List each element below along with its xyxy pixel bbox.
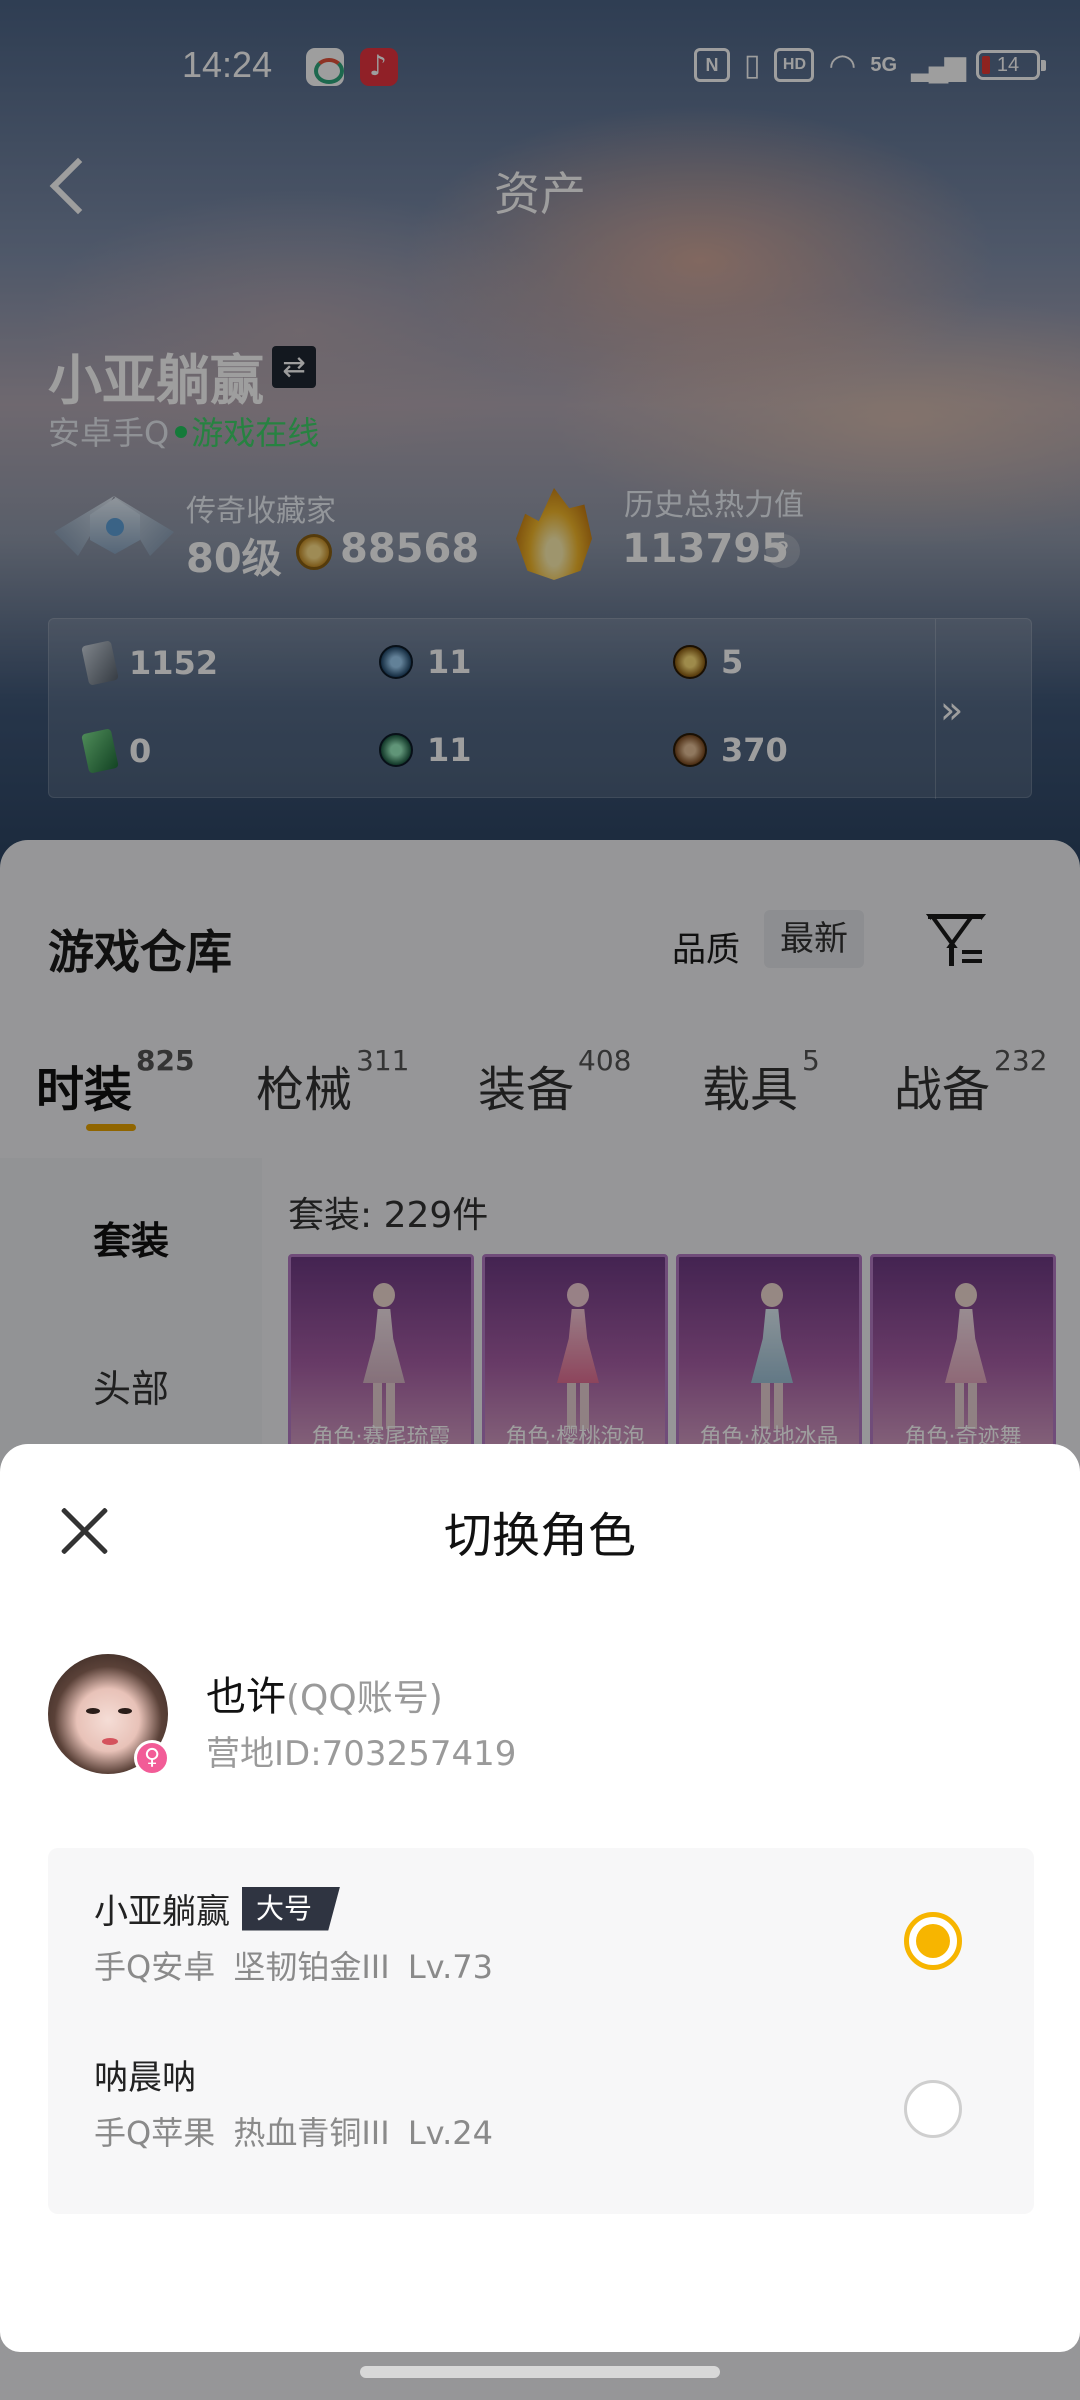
sheet-title: 切换角色 (443, 1508, 636, 1564)
role-list: 小亚躺赢 大号 手Q安卓 坚韧铂金III Lv.73 呐晨呐 手Q苹果 热血青铜… (48, 1848, 1034, 2214)
account-name: 也许 (206, 1674, 286, 1720)
main-account-badge: 大号 (242, 1886, 341, 1931)
account-type: (QQ账号) (286, 1678, 443, 1719)
role-item[interactable]: 呐晨呐 手Q苹果 热血青铜III Lv.24 (48, 2014, 1034, 2174)
role-detail: 手Q苹果 热血青铜III Lv.24 (94, 2114, 494, 2152)
camp-id: 营地ID:703257419 (206, 1734, 517, 1774)
role-name-row: 呐晨呐 (94, 2050, 196, 2099)
role-detail: 手Q安卓 坚韧铂金III Lv.73 (94, 1948, 494, 1986)
role-radio[interactable] (904, 2080, 962, 2138)
role-name: 小亚躺赢 (94, 1892, 230, 1932)
role-item[interactable]: 小亚躺赢 大号 手Q安卓 坚韧铂金III Lv.73 (48, 1848, 1034, 2008)
home-indicator[interactable] (360, 2366, 720, 2378)
switch-role-sheet: 切换角色 ♀ 也许(QQ账号) 营地ID:703257419 小亚躺赢 大号 手… (0, 1444, 1080, 2352)
female-icon: ♀ (134, 1740, 170, 1776)
role-name-row: 小亚躺赢 大号 (94, 1884, 341, 1933)
role-radio-selected[interactable] (904, 1912, 962, 1970)
account-name-row: 也许(QQ账号) (206, 1664, 443, 1722)
role-name: 呐晨呐 (94, 2058, 196, 2098)
